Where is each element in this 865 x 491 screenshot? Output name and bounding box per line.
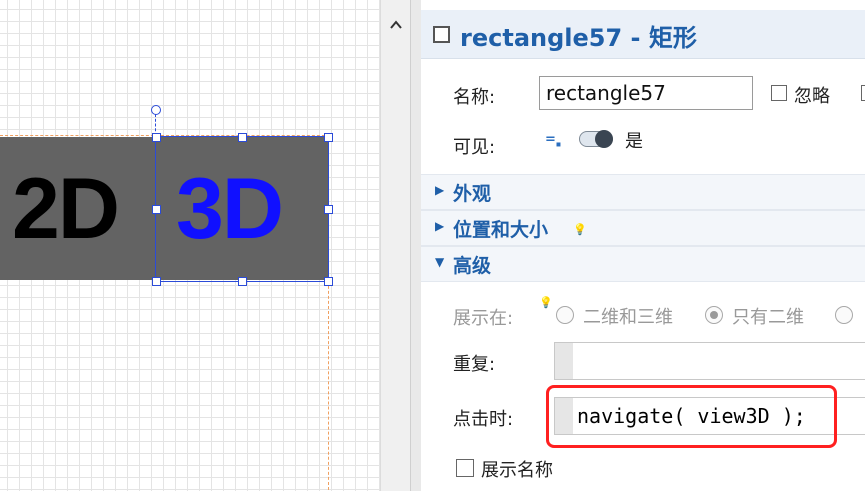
shape-text-2d: 2D [12,161,120,257]
show-in-label: 展示在: [453,308,514,329]
resize-handle-bottom-left[interactable] [152,277,161,286]
highlight-annotation [546,385,837,448]
name-label: 名称: [453,87,496,108]
radio-2d-only[interactable] [705,306,723,324]
ignore-checkbox[interactable] [771,85,787,101]
section-position-size[interactable]: ▶ 位置和大小 💡 [421,210,865,246]
visible-value: 是 [625,131,643,152]
dynamic-value-icon[interactable]: =▪ [545,132,561,149]
show-name-label: 展示名称 [481,460,553,481]
collapse-arrow-icon: ▼ [435,255,445,269]
scroll-up-icon[interactable] [389,18,403,32]
section-title-advanced: 高级 [453,255,492,277]
radio-label-2d-3d: 二维和三维 [583,307,673,328]
section-appearance[interactable]: ▶ 外观 [421,174,865,210]
properties-panel: rectangle57 - 矩形 名称: rectangle57 忽略 可见: … [421,0,865,491]
resize-handle-bottom-right[interactable] [324,277,333,286]
canvas-scrollbar[interactable] [380,0,411,491]
selection-box [155,136,329,282]
ignore-label: 忽略 [794,86,830,107]
radio-2d-3d[interactable] [556,306,574,324]
radio-label-2d-only: 只有二维 [732,307,804,328]
expand-arrow-icon: ▶ [435,183,445,197]
lightbulb-icon: 💡 [539,296,553,309]
resize-handle-top[interactable] [238,133,247,142]
section-title-appearance: 外观 [453,183,492,205]
rectangle-icon [433,26,450,43]
name-field[interactable]: rectangle57 [539,76,753,110]
radio-3d-only[interactable] [835,306,853,324]
visible-toggle[interactable] [579,130,613,148]
rotation-handle[interactable] [151,105,161,115]
code-gutter [555,343,573,379]
expand-arrow-icon: ▶ [435,219,445,233]
toggle-knob [595,130,613,148]
visible-label: 可见: [453,137,496,158]
lightbulb-icon: 💡 [573,223,587,236]
properties-title: rectangle57 - 矩形 [460,24,697,52]
properties-title-bar: rectangle57 - 矩形 [421,10,865,59]
resize-handle-top-left[interactable] [152,133,161,142]
section-title-position-size: 位置和大小 [453,219,549,241]
repeat-field[interactable] [554,342,865,380]
repeat-label: 重复: [453,354,496,375]
resize-handle-right[interactable] [324,205,333,214]
graphics-canvas[interactable]: 2D 3D [0,0,380,491]
on-click-label: 点击时: [453,409,514,430]
resize-handle-bottom[interactable] [238,277,247,286]
show-name-checkbox[interactable] [456,459,474,477]
section-advanced[interactable]: ▼ 高级 [421,246,865,282]
extra-checkbox[interactable] [861,85,865,101]
resize-handle-left[interactable] [152,205,161,214]
resize-handle-top-right[interactable] [324,133,333,142]
